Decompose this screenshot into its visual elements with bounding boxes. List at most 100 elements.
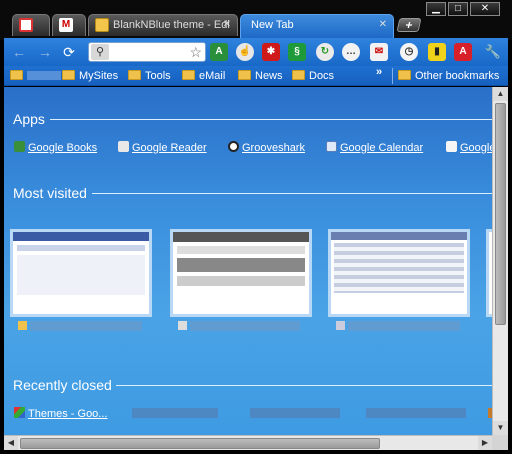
bookmark-label: eMail — [199, 70, 226, 82]
app-grooveshark[interactable]: Grooveshark — [228, 141, 305, 154]
reader-icon — [118, 141, 129, 152]
theme-gallery-icon — [95, 18, 109, 32]
address-input[interactable] — [111, 44, 183, 60]
translate-icon[interactable]: A — [210, 43, 228, 61]
recently-closed-item[interactable] — [250, 408, 340, 418]
most-visited-heading[interactable]: Most visited — [13, 185, 87, 201]
browser-window: ▁ □ ✕ M BlankNBlue theme - Edi ✕ New Tab… — [0, 0, 512, 454]
horizontal-scroll-thumb[interactable] — [20, 438, 380, 449]
bookmark-label: Docs — [309, 70, 335, 82]
bookmark-label: Tools — [145, 70, 171, 82]
other-bookmarks-label: Other bookmarks — [415, 70, 500, 82]
recently-closed-item[interactable] — [366, 408, 466, 418]
folder-icon — [182, 70, 195, 80]
clock-icon[interactable]: ◷ — [400, 43, 418, 61]
scroll-right-icon[interactable]: ▶ — [478, 436, 492, 450]
wrench-icon[interactable]: 🔧 — [484, 43, 502, 61]
app-google-calendar[interactable]: Google Calendar — [326, 141, 423, 154]
grooveshark-icon — [228, 141, 239, 152]
toolbar: ← → ⟳ ⚲ ☆ A ☝ ✱ § ↻ … ✉ ◷ ▮ A 🔧 — [4, 38, 508, 66]
google-icon — [446, 141, 457, 152]
tab-title: BlankNBlue theme - Edi — [113, 19, 230, 31]
books-icon — [14, 141, 25, 152]
most-visited-thumbnail[interactable] — [10, 229, 152, 317]
app-google[interactable]: Google — [446, 141, 492, 154]
scrollbar-corner — [492, 435, 508, 450]
new-tab-button[interactable]: + — [396, 18, 422, 32]
app-google-reader[interactable]: Google Reader — [118, 141, 207, 154]
cursor-icon[interactable]: ☝ — [236, 43, 254, 61]
thumbnail-title[interactable] — [336, 321, 460, 331]
folder-icon — [128, 70, 141, 80]
bookmark-folder-mysites[interactable]: MySites — [62, 68, 118, 84]
vertical-scroll-thumb[interactable] — [495, 103, 506, 325]
app-google-books[interactable]: Google Books — [14, 141, 97, 154]
site-favicon — [336, 321, 345, 330]
bookmarks-overflow-chevron[interactable]: » — [376, 66, 382, 78]
mail-checker-icon[interactable]: ✉ — [370, 43, 388, 61]
bookmark-folder[interactable] — [10, 68, 61, 84]
phone-icon[interactable]: ▮ — [428, 43, 446, 61]
title-bar: ▁ □ ✕ M BlankNBlue theme - Edi ✕ New Tab… — [0, 0, 512, 40]
site-favicon — [18, 321, 27, 330]
scroll-left-icon[interactable]: ◀ — [4, 436, 18, 450]
apps-divider — [50, 119, 492, 120]
bookmark-star-icon[interactable]: ☆ — [189, 43, 202, 61]
most-visited-thumbnail[interactable] — [328, 229, 470, 317]
close-button[interactable]: ✕ — [470, 2, 500, 16]
most-visited-thumbnail[interactable] — [170, 229, 312, 317]
bookmark-label: News — [255, 70, 283, 82]
stumble-icon[interactable]: § — [288, 43, 306, 61]
omnibox[interactable]: ⚲ ☆ — [88, 42, 206, 62]
gmail-icon: M — [59, 18, 73, 32]
tab-page[interactable] — [12, 14, 50, 36]
tab-new-tab[interactable]: New Tab ✕ — [240, 14, 394, 40]
tab-blanknblue-theme[interactable]: BlankNBlue theme - Edi ✕ — [88, 14, 238, 36]
recently-closed-divider — [116, 385, 492, 386]
app-label: Google — [460, 142, 492, 154]
maximize-button[interactable]: □ — [448, 2, 468, 16]
calendar-icon — [326, 141, 337, 152]
bookmark-folder-tools[interactable]: Tools — [128, 68, 171, 84]
thumbnail-title[interactable] — [18, 321, 142, 331]
app-label: Google Calendar — [340, 142, 424, 154]
apps-heading[interactable]: Apps — [13, 111, 45, 127]
app-label: Grooveshark — [242, 142, 305, 154]
page-icon — [19, 18, 33, 32]
tab-gmail[interactable]: M — [52, 14, 86, 36]
recently-closed-item[interactable]: Themes - Goo... — [14, 407, 107, 420]
bookmark-label: MySites — [79, 70, 119, 82]
most-visited-divider — [92, 193, 492, 194]
site-favicon — [178, 321, 187, 330]
minimize-button[interactable]: ▁ — [426, 2, 446, 16]
folder-icon — [238, 70, 251, 80]
bookmarks-bar: MySites Tools eMail News Docs » Other bo… — [4, 66, 508, 86]
close-tab-icon[interactable]: ✕ — [379, 15, 387, 35]
scroll-down-icon[interactable]: ▼ — [493, 421, 508, 435]
thumbnail-title[interactable] — [178, 321, 300, 331]
search-icon: ⚲ — [91, 44, 109, 60]
bookmark-folder-docs[interactable]: Docs — [292, 68, 334, 84]
reload-icon[interactable]: ⟳ — [60, 43, 78, 61]
chat-icon[interactable]: … — [342, 43, 360, 61]
horizontal-scrollbar[interactable]: ◀ ▶ — [4, 435, 492, 450]
bookmark-folder-email[interactable]: eMail — [182, 68, 225, 84]
new-tab-page: Apps Google Books Google Reader Groovesh… — [4, 87, 492, 435]
forward-icon[interactable]: → — [36, 43, 54, 61]
folder-icon — [398, 70, 411, 80]
close-tab-icon[interactable]: ✕ — [223, 15, 231, 35]
pdf-icon[interactable]: A — [454, 43, 472, 61]
google-icon — [14, 407, 25, 418]
folder-icon — [10, 70, 23, 80]
other-bookmarks[interactable]: Other bookmarks — [398, 68, 499, 84]
scroll-up-icon[interactable]: ▲ — [493, 87, 508, 101]
red-star-icon[interactable]: ✱ — [262, 43, 280, 61]
recently-closed-item[interactable] — [132, 408, 218, 418]
vertical-scrollbar[interactable]: ▲ ▼ — [492, 87, 508, 435]
bookmark-folder-news[interactable]: News — [238, 68, 283, 84]
recently-closed-heading[interactable]: Recently closed — [13, 377, 112, 393]
folder-icon — [292, 70, 305, 80]
back-icon[interactable]: ← — [10, 43, 28, 61]
recently-closed-label: Themes - Goo... — [28, 408, 108, 420]
refresh-green-icon[interactable]: ↻ — [316, 43, 334, 61]
